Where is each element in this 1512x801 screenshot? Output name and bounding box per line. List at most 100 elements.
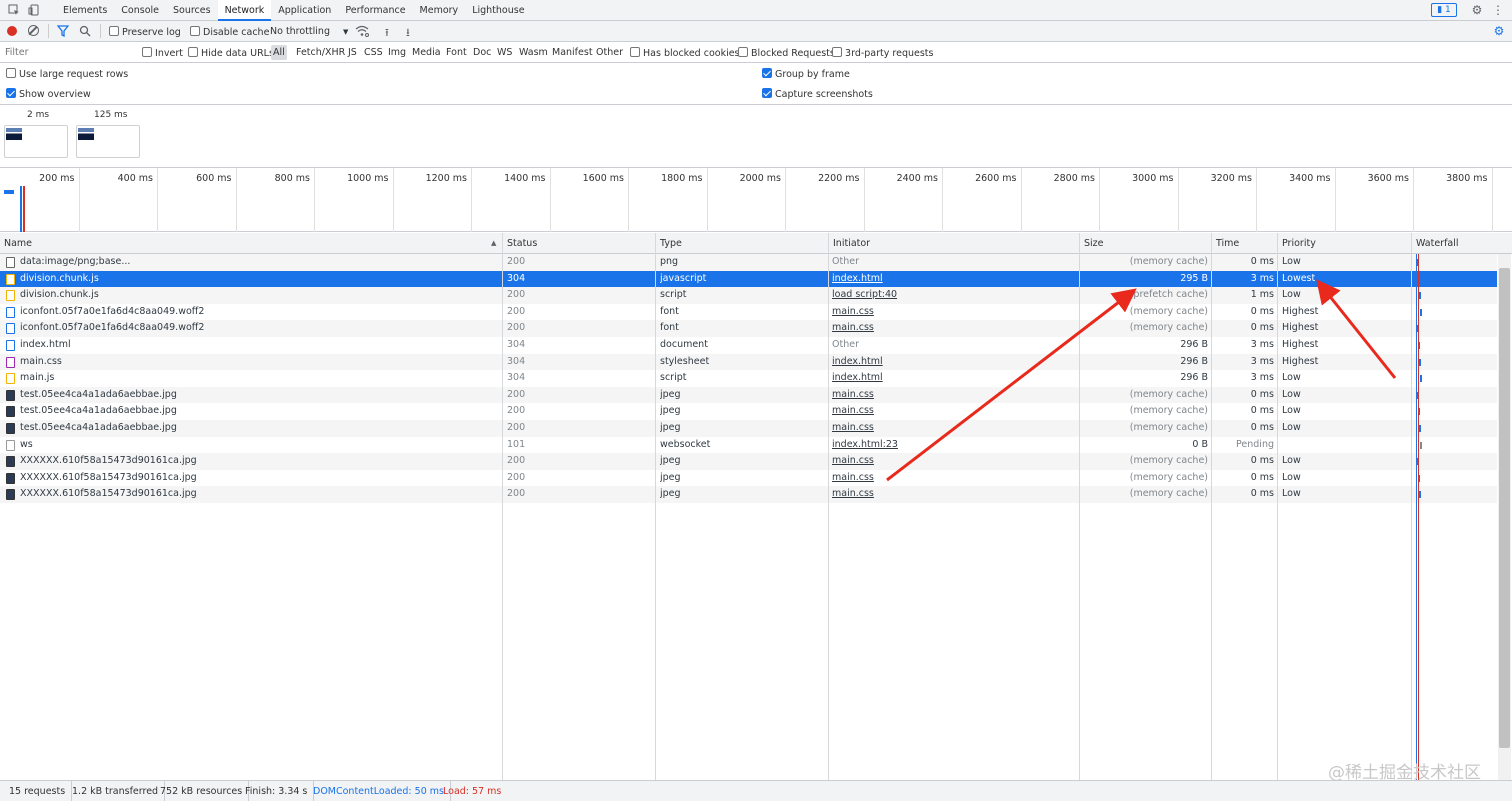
request-initiator[interactable]: main.css	[832, 403, 1072, 420]
request-name[interactable]: iconfont.05f7a0e1fa6d4c8aa049.woff2	[20, 304, 498, 321]
request-initiator[interactable]: main.css	[832, 470, 1072, 487]
screenshot-thumbnail[interactable]	[76, 125, 140, 158]
request-initiator[interactable]: index.html	[832, 370, 1072, 387]
timeline-overview[interactable]: 200 ms 400 ms 600 ms 800 ms 1000 ms 1200 ms 14…	[0, 168, 1512, 232]
request-name[interactable]: XXXXXX.610f58a15473d90161ca.jpg	[20, 453, 498, 470]
network-settings-gear-icon[interactable]: ⚙	[1492, 24, 1506, 38]
filter-icon[interactable]	[56, 25, 70, 40]
capture-screenshots-checkbox[interactable]: Capture screenshots	[762, 88, 873, 100]
filter-type-img[interactable]: Img	[386, 45, 408, 60]
tab-application[interactable]: Application	[271, 0, 338, 21]
filter-type-doc[interactable]: Doc	[471, 45, 493, 60]
filter-input[interactable]	[2, 45, 132, 60]
has-blocked-cookies-checkbox[interactable]: Has blocked cookies	[630, 47, 740, 59]
table-row[interactable]: main.css 304 stylesheet index.html 296 B 3 ms…	[0, 353, 1497, 371]
filter-type-js[interactable]: JS	[346, 45, 359, 60]
blocked-requests-checkbox[interactable]: Blocked Requests	[738, 47, 835, 59]
table-row[interactable]: iconfont.05f7a0e1fa6d4c8aa049.woff2 200 fo…	[0, 320, 1497, 337]
filter-type-fetch-xhr[interactable]: Fetch/XHR	[294, 45, 347, 60]
table-row[interactable]: ws 101 websocket index.html:23 0 B Pending	[0, 437, 1497, 454]
settings-gear-icon[interactable]: ⚙	[1470, 3, 1484, 17]
request-name[interactable]: test.05ee4ca4a1ada6aebbae.jpg	[20, 387, 498, 404]
tab-performance[interactable]: Performance	[338, 0, 412, 21]
request-initiator[interactable]: main.css	[832, 453, 1072, 470]
show-overview-checkbox[interactable]: Show overview	[6, 88, 91, 100]
tab-network[interactable]: Network	[217, 0, 272, 21]
request-initiator[interactable]: index.html	[832, 271, 1072, 288]
request-initiator[interactable]: index.html	[832, 354, 1072, 371]
filter-type-media[interactable]: Media	[410, 45, 443, 60]
record-icon[interactable]	[7, 26, 17, 36]
request-name[interactable]: main.css	[20, 354, 498, 371]
third-party-checkbox[interactable]: 3rd-party requests	[832, 47, 933, 59]
request-name[interactable]: main.js	[20, 370, 498, 387]
request-initiator[interactable]: index.html:23	[832, 437, 1072, 454]
filter-type-wasm[interactable]: Wasm	[517, 45, 550, 60]
request-name[interactable]: data:image/png;base...	[20, 254, 498, 271]
column-header-status[interactable]: Status	[503, 233, 537, 254]
disable-cache-checkbox[interactable]: Disable cache	[190, 26, 269, 38]
request-name[interactable]: division.chunk.js	[20, 287, 498, 304]
request-name[interactable]: ws	[20, 437, 498, 454]
request-name[interactable]: index.html	[20, 337, 498, 354]
table-row[interactable]: data:image/png;base... 200 png Other (memory…	[0, 254, 1497, 271]
table-row[interactable]: main.js 304 script index.html 296 B 3 ms Low	[0, 370, 1497, 387]
request-initiator[interactable]: main.css	[832, 420, 1072, 437]
hide-data-urls-checkbox[interactable]: Hide data URLs	[188, 47, 274, 59]
column-header-type[interactable]: Type	[656, 233, 682, 254]
search-icon[interactable]	[79, 25, 91, 40]
group-by-frame-checkbox[interactable]: Group by frame	[762, 68, 850, 80]
table-row[interactable]: test.05ee4ca4a1ada6aebbae.jpg 200 jpeg main…	[0, 420, 1497, 437]
request-name[interactable]: iconfont.05f7a0e1fa6d4c8aa049.woff2	[20, 320, 498, 337]
request-initiator[interactable]: main.css	[832, 387, 1072, 404]
messages-badge[interactable]: ▮ 1	[1431, 3, 1457, 17]
invert-checkbox[interactable]: Invert	[142, 47, 183, 59]
tab-elements[interactable]: Elements	[56, 0, 114, 21]
filter-type-all[interactable]: All	[271, 45, 287, 60]
preserve-log-checkbox[interactable]: Preserve log	[109, 26, 181, 38]
table-row[interactable]: division.chunk.js 304 javascript index.html…	[0, 270, 1497, 288]
request-name[interactable]: division.chunk.js	[20, 271, 498, 288]
throttling-select[interactable]: No throttling ▼	[270, 26, 348, 37]
filter-type-css[interactable]: CSS	[362, 45, 385, 60]
network-conditions-icon[interactable]	[355, 25, 369, 40]
tab-sources[interactable]: Sources	[166, 0, 218, 21]
column-header-priority[interactable]: Priority	[1278, 233, 1316, 254]
column-header-time[interactable]: Time	[1212, 233, 1239, 254]
export-har-icon[interactable]: ⭳	[406, 24, 410, 43]
column-header-waterfall[interactable]: Waterfall	[1412, 233, 1459, 254]
column-header-initiator[interactable]: Initiator	[829, 233, 870, 254]
import-har-icon[interactable]: ⭱	[385, 24, 389, 43]
table-row[interactable]: division.chunk.js 200 script load script:40…	[0, 287, 1497, 304]
request-initiator[interactable]: load script:40	[832, 287, 1072, 304]
table-row[interactable]: XXXXXX.610f58a15473d90161ca.jpg 200 jpeg ma…	[0, 470, 1497, 487]
device-toolbar-icon[interactable]	[28, 4, 40, 16]
table-row[interactable]: XXXXXX.610f58a15473d90161ca.jpg 200 jpeg ma…	[0, 453, 1497, 470]
tab-console[interactable]: Console	[114, 0, 166, 21]
request-name[interactable]: test.05ee4ca4a1ada6aebbae.jpg	[20, 420, 498, 437]
table-row[interactable]: test.05ee4ca4a1ada6aebbae.jpg 200 jpeg main…	[0, 386, 1497, 404]
request-name[interactable]: XXXXXX.610f58a15473d90161ca.jpg	[20, 486, 498, 503]
request-name[interactable]: XXXXXX.610f58a15473d90161ca.jpg	[20, 470, 498, 487]
request-initiator[interactable]: main.css	[832, 320, 1072, 337]
scrollbar-thumb[interactable]	[1499, 268, 1510, 748]
tab-memory[interactable]: Memory	[413, 0, 466, 21]
large-rows-checkbox[interactable]: Use large request rows	[6, 68, 128, 80]
table-row[interactable]: test.05ee4ca4a1ada6aebbae.jpg 200 jpeg main…	[0, 403, 1497, 420]
column-header-name[interactable]: Name	[0, 233, 32, 254]
request-initiator[interactable]: main.css	[832, 486, 1072, 503]
column-header-size[interactable]: Size	[1080, 233, 1104, 254]
clear-icon[interactable]	[28, 25, 39, 36]
more-options-icon[interactable]: ⋮	[1491, 3, 1505, 17]
screenshot-thumbnail[interactable]	[4, 125, 68, 158]
request-initiator[interactable]: main.css	[832, 304, 1072, 321]
filter-type-ws[interactable]: WS	[495, 45, 514, 60]
filter-type-manifest[interactable]: Manifest	[550, 45, 595, 60]
table-row[interactable]: iconfont.05f7a0e1fa6d4c8aa049.woff2 200 fo…	[0, 304, 1497, 321]
inspect-element-icon[interactable]	[8, 4, 20, 16]
filter-type-font[interactable]: Font	[444, 45, 469, 60]
filter-type-other[interactable]: Other	[594, 45, 625, 60]
table-row[interactable]: XXXXXX.610f58a15473d90161ca.jpg 200 jpeg ma…	[0, 486, 1497, 503]
table-row[interactable]: index.html 304 document Other 296 B 3 ms Highe…	[0, 337, 1497, 354]
tab-lighthouse[interactable]: Lighthouse	[465, 0, 531, 21]
